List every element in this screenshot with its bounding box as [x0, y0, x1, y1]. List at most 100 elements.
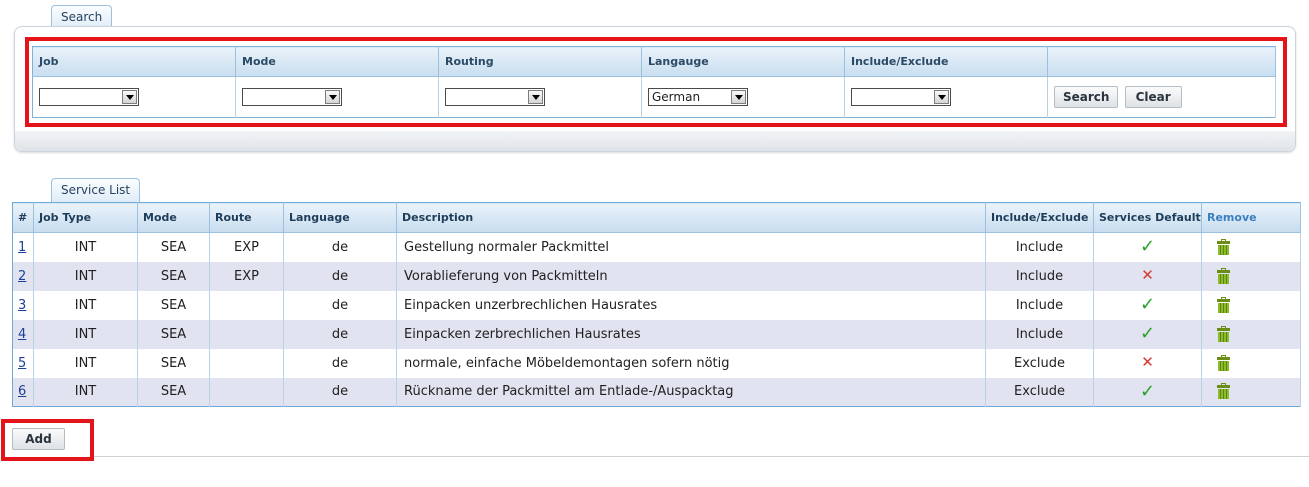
description-cell: Einpacken unzerbrechlichen Hausrates: [396, 290, 986, 320]
include-exclude-cell: Include: [985, 232, 1094, 262]
language-column-header: Language: [283, 202, 397, 233]
cross-icon: ✕: [1141, 266, 1154, 284]
include-exclude-column-header: Include/Exclude: [985, 202, 1094, 233]
row-number-cell: 5: [12, 348, 34, 378]
mode-cell: SEA: [137, 348, 210, 378]
language-cell: de: [283, 261, 397, 291]
job-type-cell: INT: [33, 319, 138, 349]
trash-lid: [1217, 269, 1230, 273]
route-column-header: Route: [209, 202, 284, 233]
job-type-cell: INT: [33, 348, 138, 378]
trash-bin: [1218, 331, 1229, 342]
row-number-cell: 3: [12, 290, 34, 320]
service-header-row: # Job Type Mode Route Language Descripti…: [12, 202, 1301, 233]
trash-icon[interactable]: [1217, 354, 1230, 371]
description-cell: Vorablieferung von Packmitteln: [396, 261, 986, 291]
table-row[interactable]: 4 INT SEA de Einpacken zerbrechlichen Hausra…: [12, 319, 1301, 349]
route-cell: [209, 348, 284, 378]
mode-cell: SEA: [137, 377, 210, 407]
row-number-cell: 4: [12, 319, 34, 349]
include-exclude-cell: Exclude: [985, 377, 1094, 407]
services-default-cell: ✓: [1093, 377, 1202, 407]
language-cell: de: [283, 348, 397, 378]
table-row[interactable]: 3 INT SEA de Einpacken unzerbrechlichen Haus…: [12, 290, 1301, 320]
route-cell: EXP: [209, 261, 284, 291]
include-exclude-cell: Include: [985, 290, 1094, 320]
trash-lid: [1217, 356, 1230, 360]
trash-bin: [1218, 244, 1229, 255]
mode-cell: SEA: [137, 319, 210, 349]
description-cell: Rückname der Packmittel am Entlade-/Ausp…: [396, 377, 986, 407]
checkmark-icon: ✓: [1139, 294, 1156, 315]
trash-lid: [1217, 240, 1230, 244]
service-list-body: 1 INT SEA EXP de Gestellung normaler Packmitt…: [12, 232, 1301, 407]
checkmark-icon: ✓: [1139, 236, 1156, 258]
description-cell: normale, einfache Möbeldemontagen sofern…: [396, 348, 986, 378]
services-default-cell: ✓: [1093, 232, 1202, 262]
row-number-cell: 6: [12, 377, 34, 407]
cross-icon: ✕: [1141, 353, 1154, 371]
row-number-cell: 2: [12, 261, 34, 291]
route-cell: [209, 377, 284, 407]
row-number-link[interactable]: 6: [18, 384, 26, 399]
language-cell: de: [283, 319, 397, 349]
trash-icon[interactable]: [1217, 238, 1230, 255]
trash-icon[interactable]: [1217, 325, 1230, 342]
trash-bin: [1218, 360, 1229, 371]
row-number-link[interactable]: 1: [18, 240, 26, 255]
language-cell: de: [283, 290, 397, 320]
trash-bin: [1218, 273, 1229, 284]
table-row[interactable]: 1 INT SEA EXP de Gestellung normaler Packmitt…: [12, 232, 1301, 262]
include-exclude-cell: Include: [985, 319, 1094, 349]
include-exclude-cell: Exclude: [985, 348, 1094, 378]
service-list-table: # Job Type Mode Route Language Descripti…: [12, 202, 1301, 407]
number-column-header: #: [12, 202, 34, 233]
route-cell: [209, 319, 284, 349]
trash-lid: [1217, 327, 1230, 331]
trash-icon[interactable]: [1217, 296, 1230, 313]
remove-cell: [1201, 232, 1301, 262]
remove-cell: [1201, 261, 1301, 291]
trash-bin: [1218, 302, 1229, 313]
route-cell: [209, 290, 284, 320]
tab-service-list[interactable]: Service List: [51, 178, 141, 202]
job-type-cell: INT: [33, 232, 138, 262]
row-number-link[interactable]: 3: [18, 298, 26, 313]
language-cell: de: [283, 232, 397, 262]
mode-cell: SEA: [137, 290, 210, 320]
trash-lid: [1217, 298, 1230, 302]
remove-cell: [1201, 348, 1301, 378]
job-type-cell: INT: [33, 261, 138, 291]
row-number-cell: 1: [12, 232, 34, 262]
language-cell: de: [283, 377, 397, 407]
remove-cell: [1201, 319, 1301, 349]
table-row[interactable]: 2 INT SEA EXP de Vorablieferung von Packmitte…: [12, 261, 1301, 291]
route-cell: EXP: [209, 232, 284, 262]
search-panel-footer: [15, 131, 1295, 151]
trash-icon[interactable]: [1217, 267, 1230, 284]
table-row[interactable]: 5 INT SEA de normale, einfache Möbeldemontag…: [12, 348, 1301, 378]
job-type-cell: INT: [33, 377, 138, 407]
remove-cell: [1201, 290, 1301, 320]
mode-cell: SEA: [137, 261, 210, 291]
job-type-column-header: Job Type: [33, 202, 138, 233]
row-number-link[interactable]: 4: [18, 327, 26, 342]
services-default-cell: ✓: [1093, 290, 1202, 320]
remove-cell: [1201, 377, 1301, 407]
trash-lid: [1217, 385, 1230, 389]
services-default-cell: ✕: [1093, 348, 1202, 378]
row-number-link[interactable]: 2: [18, 269, 26, 284]
services-default-cell: ✕: [1093, 261, 1202, 291]
highlight-box-add: [1, 419, 94, 461]
trash-icon[interactable]: [1217, 383, 1230, 400]
table-row[interactable]: 6 INT SEA de Rückname der Packmittel am Entl…: [12, 377, 1301, 407]
services-default-column-header: Services Default: [1093, 202, 1202, 233]
checkmark-icon: ✓: [1139, 380, 1156, 402]
mode-column-header: Mode: [137, 202, 210, 233]
job-type-cell: INT: [33, 290, 138, 320]
checkmark-icon: ✓: [1139, 323, 1156, 344]
row-number-link[interactable]: 5: [18, 356, 26, 371]
include-exclude-cell: Include: [985, 261, 1094, 291]
services-default-cell: ✓: [1093, 319, 1202, 349]
remove-column-header: Remove: [1201, 202, 1301, 233]
